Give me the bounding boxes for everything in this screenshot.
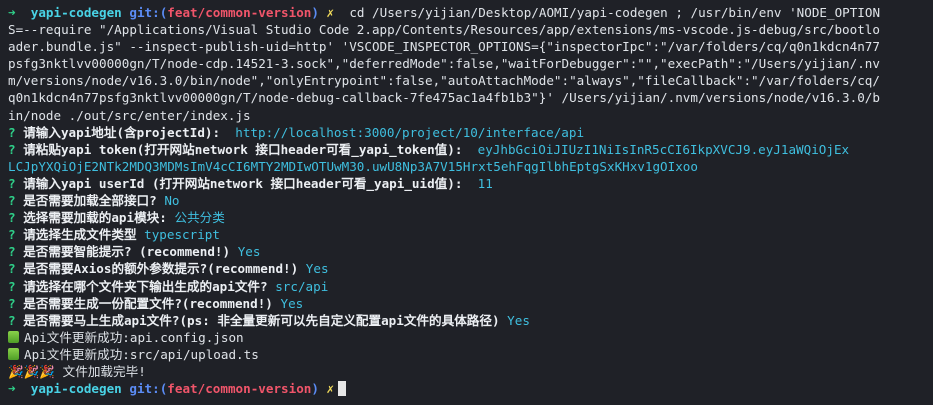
answer-text: typescript (144, 227, 220, 243)
answer-text: Yes (237, 244, 261, 260)
prompt-git-label: git: (129, 381, 160, 397)
question-mark: ? (8, 227, 16, 243)
question-text: 是否需要Axios的额外参数提示?(recommend!) (23, 261, 299, 277)
dirty-mark-icon: ✗ (326, 5, 335, 20)
command-line: S=--require "/Applications/Visual Studio… (8, 22, 880, 38)
success-line: Api文件更新成功:api.config.json (8, 329, 925, 346)
answer-text: http://localhost:3000/project/10/interfa… (235, 124, 585, 140)
question-line: ? 是否需要Axios的额外参数提示?(recommend!) Yes (8, 260, 925, 277)
question-text: 是否需要智能提示? (recommend!) (23, 244, 231, 260)
command-line: in/node ./out/src/enter/index.js (8, 107, 251, 123)
prompt-directory: yapi-codegen (30, 381, 122, 397)
question-line: ? 选择需要加载的api模块: 公共分类 (8, 209, 925, 226)
answer-text: LCJpYXQiOjE2NTk2MDQ3MDMsImV4cCI6MTY2MDIw… (8, 158, 698, 174)
question-text: 是否需要马上生成api文件?(ps: 非全量更新可以先自定义配置api文件的具体… (23, 312, 500, 328)
command-text: cd /Users/yijian/Desktop/AOMI/yapi-codeg… (349, 5, 881, 20)
command-line: m/versions/node/v16.3.0/bin/node","onlyE… (8, 73, 880, 89)
prompt-branch: feat/common-version (167, 5, 312, 20)
question-line: ? 请输入yapi地址(含projectId): http://localhos… (8, 124, 925, 141)
prompt-branch: feat/common-version (167, 381, 312, 397)
success-text: Api文件更新成功:src/api/upload.ts (24, 346, 259, 362)
question-mark: ? (8, 175, 16, 191)
question-line: ? 请粘贴yapi token(打开网站network 接口header可看_y… (8, 141, 925, 158)
green-check-square-icon (8, 330, 19, 343)
prompt-line[interactable]: ➜ yapi-codegen git:(feat/common-version)… (8, 380, 925, 397)
success-text: Api文件更新成功:api.config.json (24, 329, 244, 345)
question-line: ? 是否需要生成一份配置文件?(recommend!) Yes (8, 295, 925, 312)
prompt-paren-close: ) (311, 5, 319, 20)
prompt-paren-close: ) (311, 381, 319, 397)
question-mark: ? (8, 193, 16, 209)
answer-text: Yes (507, 312, 530, 328)
question-line: ? 请选择生成文件类型 typescript (8, 226, 925, 243)
prompt-git-label: git: (129, 5, 160, 20)
command-line: ader.bundle.js" --inspect-publish-uid=ht… (8, 39, 880, 55)
prompt-arrow-icon: ➜ (8, 381, 16, 397)
question-mark: ? (8, 312, 16, 328)
prompt-arrow-icon: ➜ (8, 5, 16, 20)
answer-text: 11 (477, 175, 493, 191)
question-mark: ? (8, 141, 16, 157)
question-line: ? 是否需要智能提示? (recommend!) Yes (8, 243, 925, 260)
question-mark: ? (8, 244, 16, 260)
question-mark: ? (8, 278, 16, 294)
done-text: 文件加载完毕! (62, 363, 146, 379)
question-text: 选择需要加载的api模块: (23, 210, 167, 226)
answer-text: eyJhbGciOiJIUzI1NiIsInR5cCI6IkpXVCJ9.eyJ… (477, 141, 850, 157)
question-text: 请粘贴yapi token(打开网站network 接口header可看_yap… (23, 141, 463, 157)
question-line: ? 请选择在哪个文件夹下输出生成的api文件? src/api (8, 278, 925, 295)
text-cursor[interactable] (338, 381, 347, 397)
answer-text: src/api (275, 278, 329, 294)
answer-text: Yes (280, 295, 304, 311)
done-line: 🎉🎉🎉 文件加载完毕! (8, 363, 925, 380)
question-mark: ? (8, 124, 16, 140)
prompt-line: ➜ yapi-codegen git:(feat/common-version)… (8, 4, 925, 21)
question-text: 请输入yapi地址(含projectId): (23, 124, 221, 140)
question-text: 是否需要加载全部接口? (23, 193, 157, 209)
answer-text: 公共分类 (174, 210, 225, 226)
question-text: 是否需要生成一份配置文件?(recommend!) (23, 295, 273, 311)
green-check-square-icon (8, 347, 19, 360)
question-text: 请输入yapi userId (打开网站network 接口header可看_y… (23, 175, 463, 191)
party-popper-icon: 🎉🎉🎉 (8, 363, 56, 379)
success-line: Api文件更新成功:src/api/upload.ts (8, 346, 925, 363)
question-line: ? 是否需要加载全部接口? No (8, 192, 925, 209)
question-mark: ? (8, 261, 16, 277)
dirty-mark-icon: ✗ (326, 381, 335, 397)
command-line: psfg3nktlvv00000gn/T/node-cdp.14521-3.so… (8, 56, 880, 72)
question-line: ? 是否需要马上生成api文件?(ps: 非全量更新可以先自定义配置api文件的… (8, 312, 925, 329)
answer-continuation-line: LCJpYXQiOjE2NTk2MDQ3MDMsImV4cCI6MTY2MDIw… (8, 158, 925, 175)
question-text: 请选择在哪个文件夹下输出生成的api文件? (23, 278, 268, 294)
answer-text: No (164, 193, 180, 209)
question-line: ? 请输入yapi userId (打开网站network 接口header可看… (8, 175, 925, 192)
question-mark: ? (8, 295, 16, 311)
terminal-window[interactable]: ➜ yapi-codegen git:(feat/common-version)… (0, 0, 933, 405)
prompt-directory: yapi-codegen (30, 5, 122, 20)
question-text: 请选择生成文件类型 (23, 227, 137, 243)
command-line: q0n1kdcn4n77psfg3nktlvv00000gn/T/node-de… (8, 90, 880, 106)
question-mark: ? (8, 210, 16, 226)
answer-text: Yes (305, 261, 329, 277)
